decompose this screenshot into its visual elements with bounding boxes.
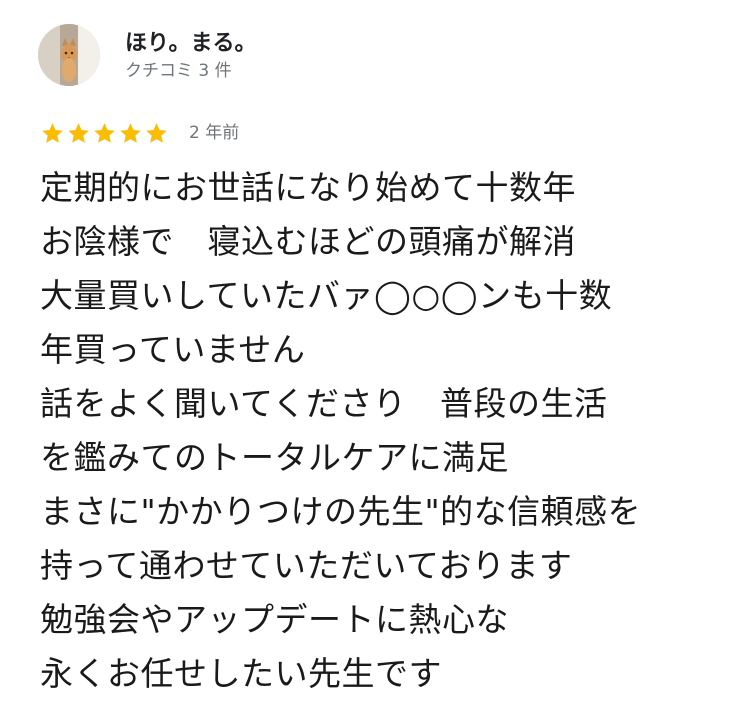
review-text-line: 定期的にお世話になり始めて十数年 <box>40 168 576 207</box>
star-rating <box>40 121 170 146</box>
review-text-line: を鑑みてのトータルケアに満足 <box>40 438 509 477</box>
review-text-line: まさに"かかりつけの先生"的な信頼感を <box>40 492 642 531</box>
author-name[interactable]: ほり。まる。 <box>125 30 257 58</box>
rating-row: 2 年前 <box>40 120 239 146</box>
review-text-line: 持って通わせていただいております <box>40 546 573 585</box>
review-card: ほり。まる。 クチコミ 3 件 2 年前 定期的にお世話になり始めて十数年 お陰様… <box>0 0 750 707</box>
star-icon <box>68 122 89 143</box>
star-icon <box>42 122 63 143</box>
star-icon <box>146 122 167 143</box>
review-time: 2 年前 <box>189 123 240 143</box>
star-icon <box>120 122 141 143</box>
review-text-line: 勉強会やアップデートに熱心な <box>40 600 509 639</box>
review-text: 定期的にお世話になり始めて十数年 お陰様で 寝込むほどの頭痛が解消 大量買いしていた… <box>40 161 740 701</box>
review-text-line: 年買っていません <box>40 330 306 369</box>
review-text-line: 話をよく聞いてくださり 普段の生活 <box>40 384 608 423</box>
author-review-count: クチコミ 3 件 <box>125 61 232 81</box>
avatar-cat-photo <box>38 24 100 86</box>
star-icon <box>94 122 115 143</box>
avatar[interactable] <box>38 24 100 86</box>
review-text-line: 永くお任せしたい先生です <box>40 654 442 693</box>
review-text-line: 大量買いしていたバァ◯○◯ンも十数 <box>40 276 613 315</box>
review-text-line: お陰様で 寝込むほどの頭痛が解消 <box>40 222 576 261</box>
